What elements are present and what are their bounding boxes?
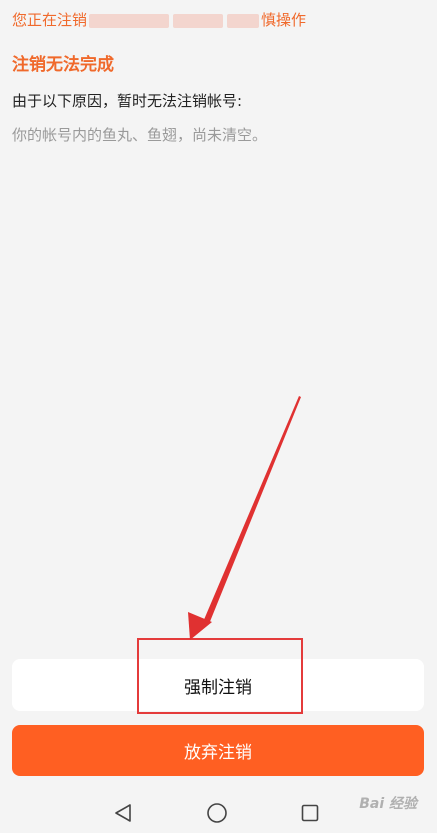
annotation-arrow-head xyxy=(188,612,212,640)
redacted-account-block xyxy=(227,13,260,28)
redacted-account-block xyxy=(89,13,170,28)
reason-label: 由于以下原因，暂时无法注销帐号: xyxy=(12,92,243,110)
cancel-logout-label: 放弃注销 xyxy=(184,743,252,763)
redacted-account-block xyxy=(173,13,224,28)
cancel-logout-button[interactable]: 放弃注销 xyxy=(12,725,424,776)
logout-notice: 您正在注销 慎操作 xyxy=(12,9,306,30)
watermark-logo: Bai 经验 xyxy=(359,796,417,812)
annotation-arrow-shaft xyxy=(203,396,301,624)
notice-prefix: 您正在注销 xyxy=(12,11,88,29)
force-logout-label: 强制注销 xyxy=(184,677,252,698)
force-logout-button[interactable]: 强制注销 xyxy=(12,659,424,711)
page-title: 注销无法完成 xyxy=(12,55,114,75)
home-circle-icon[interactable] xyxy=(204,800,230,826)
reason-text: 你的帐号内的鱼丸、鱼翅，尚未清空。 xyxy=(12,126,268,144)
notice-suffix: 慎操作 xyxy=(261,11,307,29)
recent-square-icon[interactable] xyxy=(297,800,323,826)
back-triangle-icon[interactable] xyxy=(110,800,136,826)
